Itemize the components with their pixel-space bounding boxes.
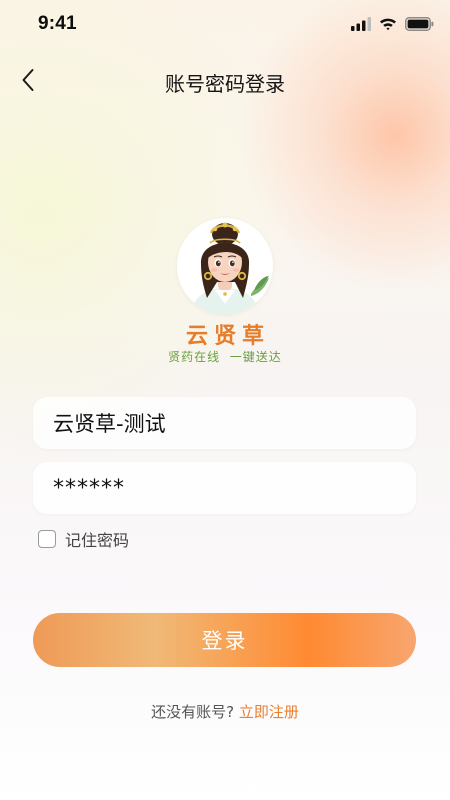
nav-bar: 账号密码登录	[0, 60, 450, 104]
page-title: 账号密码登录	[165, 72, 285, 96]
login-button[interactable]: 登录	[33, 613, 416, 667]
username-field[interactable]	[33, 397, 416, 449]
username-input[interactable]	[33, 397, 416, 449]
remember-checkbox[interactable]	[38, 530, 56, 548]
password-field[interactable]	[33, 462, 416, 514]
battery-icon	[405, 16, 434, 35]
register-prompt: 还没有账号?	[151, 703, 235, 721]
brand-logo	[177, 218, 273, 314]
register-prompt-line: 还没有账号? 立即注册	[0, 701, 450, 722]
brand-slogan: 贤药在线 一键送达	[168, 350, 282, 364]
girl-avatar-icon	[177, 218, 273, 314]
brand-name: 云贤草	[185, 324, 270, 349]
status-icons	[351, 15, 434, 35]
wifi-icon	[379, 16, 397, 35]
remember-label: 记住密码	[65, 531, 130, 550]
register-link[interactable]: 立即注册	[239, 703, 299, 721]
cellular-signal-icon	[351, 16, 371, 35]
password-input[interactable]	[33, 462, 416, 514]
remember-password-toggle[interactable]: 记住密码	[38, 527, 129, 551]
status-bar: 9:41	[0, 0, 450, 48]
status-time: 9:41	[38, 13, 77, 34]
